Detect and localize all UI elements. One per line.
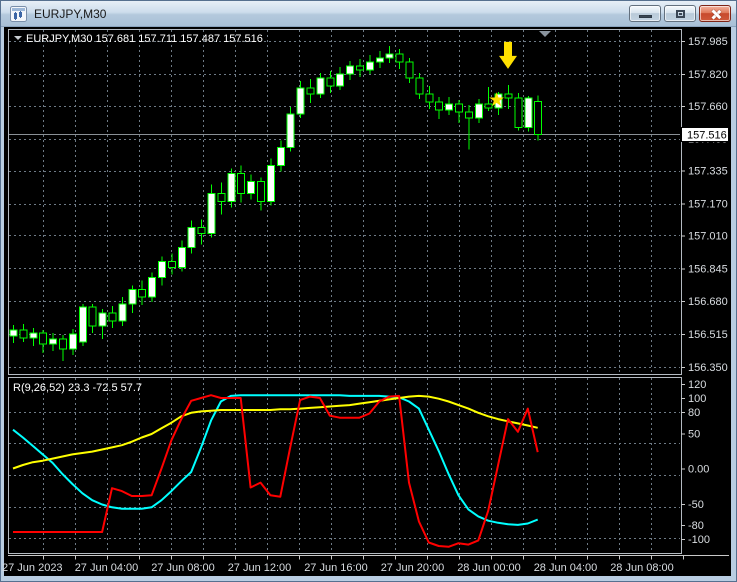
close-button[interactable]	[699, 5, 731, 22]
bear-candle	[167, 260, 176, 268]
indicator-tick-label: -50	[688, 499, 704, 511]
bear-candle	[395, 53, 404, 63]
bull-candle	[286, 113, 295, 149]
bear-candle	[405, 61, 414, 79]
price-tick-label: 157.985	[688, 36, 728, 48]
bear-candle	[108, 312, 117, 322]
indicator-header: R(9,26,52) 23.3 -72.5 57.7	[13, 382, 142, 394]
bear-candle	[138, 288, 147, 298]
maximize-button[interactable]	[664, 5, 696, 22]
time-tick-label: 27 Jun 04:00	[75, 562, 139, 574]
bear-candle	[326, 77, 335, 87]
bull-candle	[375, 57, 384, 63]
mt4-chart-window: EURJPY,M30 ★157.985157.820157.660157.495…	[0, 0, 737, 582]
chart-client-area	[4, 26, 731, 576]
bear-candle	[217, 193, 226, 203]
chart-canvas[interactable]: ★157.985157.820157.660157.495157.335157.…	[0, 0, 737, 582]
bull-candle	[445, 103, 454, 111]
price-tick-label: 157.170	[688, 199, 728, 211]
time-tick-label: 27 Jun 08:00	[151, 562, 215, 574]
bull-candle	[336, 73, 345, 87]
indicator-tick-label: 100	[688, 393, 706, 405]
indicator-tick-label: -100	[688, 534, 710, 546]
price-tick-label: 157.335	[688, 166, 728, 178]
minimize-button[interactable]	[629, 5, 661, 22]
bear-candle	[59, 338, 67, 350]
bull-candle	[177, 246, 186, 268]
bear-candle	[257, 181, 265, 203]
bull-candle	[158, 260, 166, 278]
bear-candle	[415, 77, 424, 95]
bear-candle	[306, 87, 315, 95]
time-tick-label: 28 Jun 00:00	[457, 562, 521, 574]
maximize-icon	[676, 10, 685, 18]
bear-candle	[19, 329, 28, 339]
bull-candle	[78, 306, 87, 343]
bear-candle	[504, 93, 513, 99]
bear-candle	[39, 332, 48, 345]
bull-candle	[207, 193, 216, 234]
bull-candle	[316, 77, 325, 95]
bull-candle	[474, 103, 483, 119]
time-tick-label: 28 Jun 04:00	[534, 562, 598, 574]
close-icon	[715, 9, 718, 20]
bull-candle	[247, 181, 256, 195]
bull-candle	[128, 288, 137, 305]
bull-candle	[346, 65, 355, 75]
bull-candle	[187, 226, 196, 248]
bear-candle	[197, 226, 206, 234]
bull-candle	[227, 173, 236, 203]
bear-candle	[88, 306, 97, 327]
bull-candle	[385, 53, 394, 59]
bear-candle	[435, 101, 444, 111]
bear-candle	[464, 111, 473, 119]
indicator-tick-label: 0.00	[688, 464, 709, 476]
bull-candle	[9, 329, 18, 337]
bear-candle	[514, 97, 523, 129]
chart-symbol-header: EURJPY,M30 157.681 157.711 157.487 157.5…	[26, 33, 263, 45]
bull-candle	[524, 97, 533, 129]
time-tick-label: 27 Jun 12:00	[228, 562, 292, 574]
price-tick-label: 156.515	[688, 329, 728, 341]
bull-candle	[276, 147, 285, 167]
time-tick-label: 27 Jun 2023	[2, 562, 63, 574]
indicator-tick-label: 50	[688, 428, 700, 440]
bull-candle	[98, 312, 107, 327]
bull-candle	[266, 165, 275, 203]
indicator-tick-label: 80	[688, 407, 700, 419]
time-tick-label: 27 Jun 20:00	[381, 562, 445, 574]
bull-candle	[68, 333, 77, 350]
bear-candle	[425, 93, 434, 103]
bear-candle	[237, 173, 246, 195]
bull-candle	[296, 87, 305, 115]
bull-candle	[118, 303, 127, 322]
chart-window-icon	[10, 5, 27, 22]
time-tick-label: 27 Jun 16:00	[304, 562, 368, 574]
price-tick-label: 156.845	[688, 263, 728, 275]
indicator-tick-label: -80	[688, 520, 704, 532]
indicator-tick-label: 120	[688, 379, 706, 391]
bear-candle	[534, 101, 543, 136]
bull-candle	[365, 61, 374, 71]
bear-candle	[356, 65, 364, 71]
price-tick-label: 156.350	[688, 362, 728, 374]
bull-candle	[148, 276, 157, 298]
bull-candle	[49, 338, 58, 345]
price-tick-label: 157.820	[688, 69, 728, 81]
bull-candle	[29, 332, 38, 339]
star-icon[interactable]: ★	[488, 90, 505, 111]
bear-candle	[455, 103, 463, 113]
minimize-icon	[639, 15, 652, 18]
price-tick-label: 156.680	[688, 296, 728, 308]
time-tick-label: 28 Jun 08:00	[610, 562, 674, 574]
price-tick-label: 157.660	[688, 101, 728, 113]
titlebar[interactable]: EURJPY,M30	[1, 1, 736, 27]
price-tick-label: 157.010	[688, 230, 728, 242]
window-title: EURJPY,M30	[34, 6, 107, 21]
current-price-label: 157.516	[687, 130, 727, 142]
